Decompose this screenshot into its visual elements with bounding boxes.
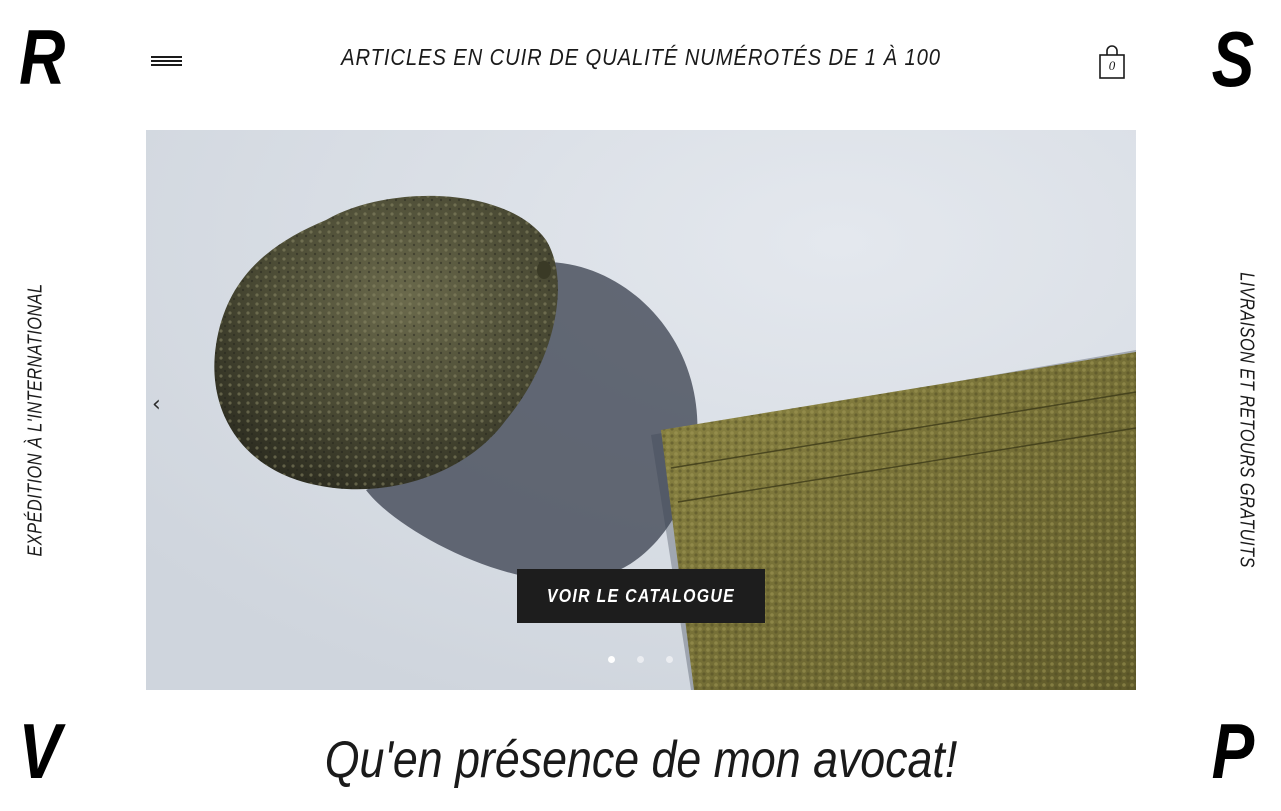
header-title: ARTICLES EN CUIR DE QUALITÉ NUMÉROTÉS DE… xyxy=(341,44,941,70)
slider-dot-2[interactable] xyxy=(637,656,644,663)
hero-slider: ‹ VOIR LE CATALOGUE xyxy=(146,130,1136,690)
slider-dots xyxy=(608,656,673,663)
view-catalogue-button[interactable]: VOIR LE CATALOGUE xyxy=(517,569,765,623)
tagline-heading: Qu'en présence de mon avocat! xyxy=(324,731,958,789)
slider-prev-arrow[interactable]: ‹ xyxy=(152,394,161,416)
slider-dot-1[interactable] xyxy=(608,656,615,663)
corner-letter-s: S xyxy=(1211,15,1255,103)
slider-dot-3[interactable] xyxy=(666,656,673,663)
menu-line xyxy=(151,64,182,66)
corner-letter-p: P xyxy=(1211,707,1255,795)
view-catalogue-label: VOIR LE CATALOGUE xyxy=(546,585,736,606)
corner-letter-r: R xyxy=(19,13,66,101)
free-delivery-label: LIVRAISON ET RETOURS GRATUITS xyxy=(1235,272,1258,568)
cart-count: 0 xyxy=(1108,58,1116,73)
menu-line xyxy=(151,60,182,62)
international-shipping-label: EXPÉDITION À L'INTERNATIONAL xyxy=(24,283,47,557)
hamburger-icon[interactable] xyxy=(151,56,182,70)
cart-button[interactable]: 0 xyxy=(1098,44,1126,80)
menu-line xyxy=(151,56,182,58)
corner-letter-v: V xyxy=(18,707,62,795)
